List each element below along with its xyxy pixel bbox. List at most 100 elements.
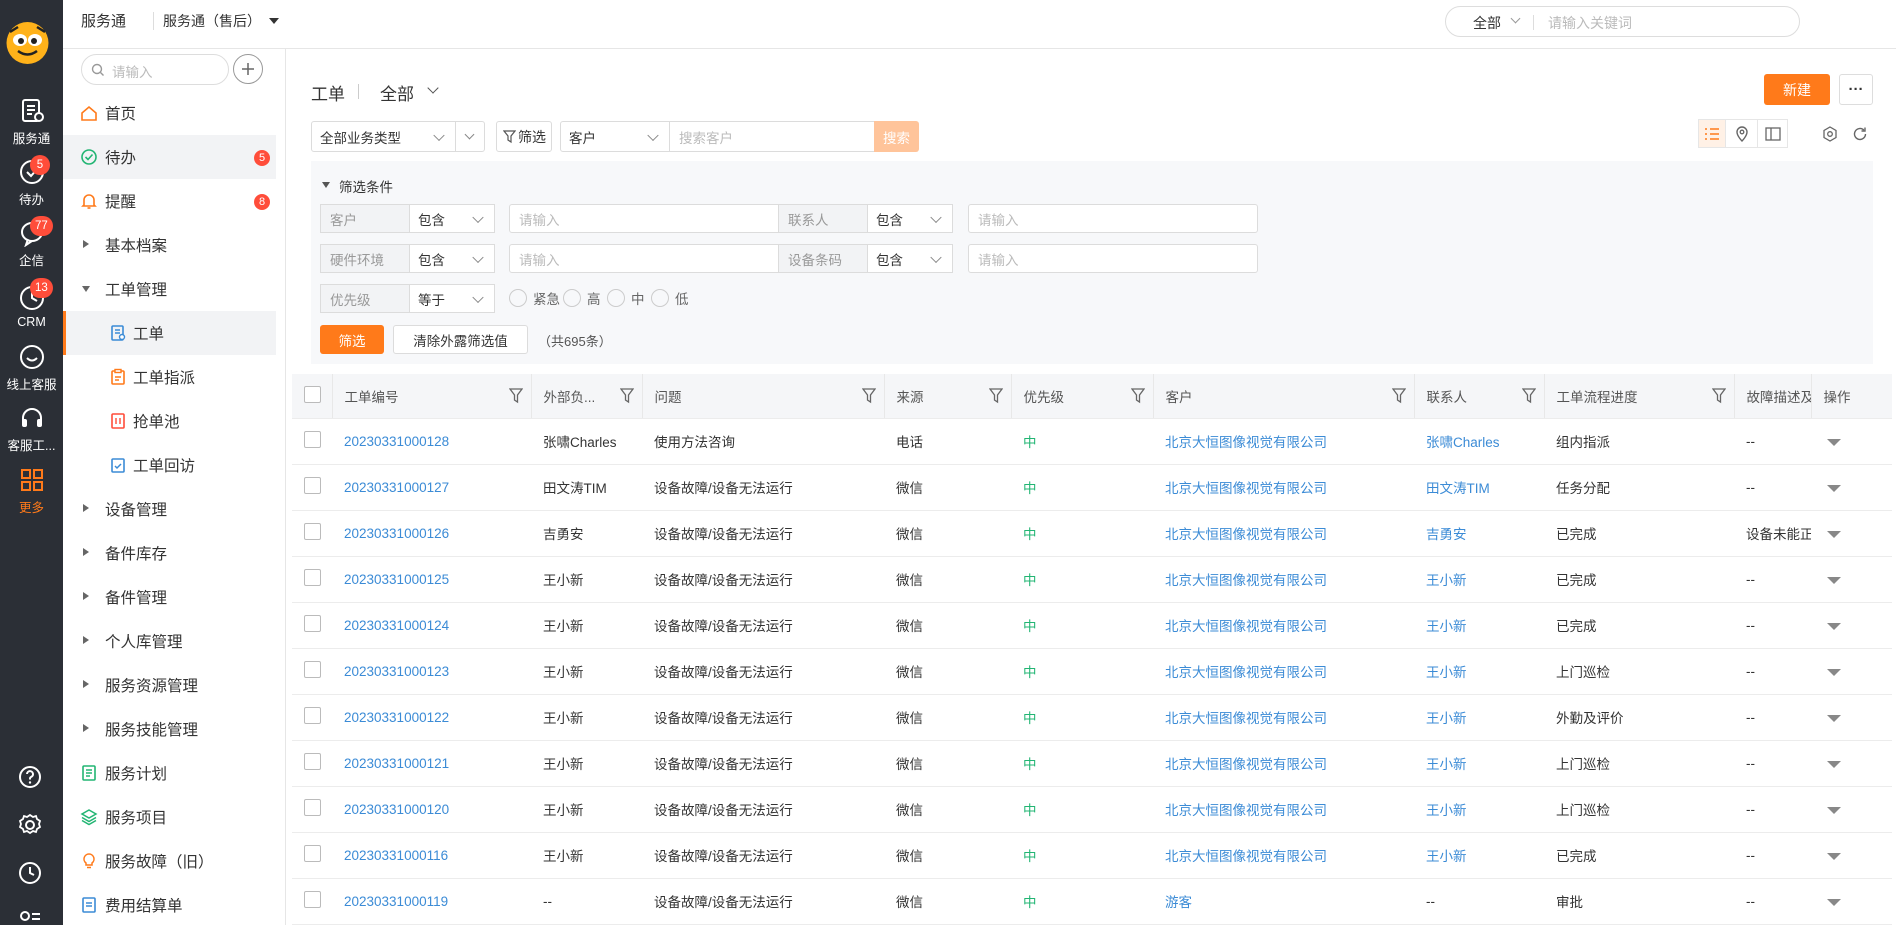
- ticket-number-link[interactable]: 20230331000126: [332, 510, 531, 557]
- row-action-dropdown-icon[interactable]: [1827, 530, 1841, 538]
- apply-filter-button[interactable]: 筛选: [320, 325, 384, 354]
- chevron-down-icon[interactable]: [427, 82, 439, 94]
- list-view-button[interactable]: [1698, 119, 1726, 148]
- table-row[interactable]: 20230331000125 王小新 设备故障/设备无法运行 微信中北京大恒图像视觉有…: [292, 556, 1892, 603]
- contact-operator-select[interactable]: 包含: [867, 204, 953, 233]
- customer-link[interactable]: 北京大恒图像视觉有限公司: [1153, 510, 1414, 557]
- row-action-dropdown-icon[interactable]: [1827, 438, 1841, 446]
- column-header[interactable]: 来源: [884, 374, 1012, 419]
- row-checkbox[interactable]: [304, 753, 321, 770]
- contact-link[interactable]: 王小新: [1414, 648, 1544, 695]
- more-button[interactable]: ···: [1839, 74, 1873, 105]
- row-checkbox[interactable]: [304, 477, 321, 494]
- customer-operator-select[interactable]: 包含: [409, 204, 495, 233]
- filter-icon[interactable]: [988, 388, 1003, 404]
- column-header[interactable]: 优先级: [1011, 374, 1154, 419]
- row-action-cell[interactable]: [1811, 510, 1892, 557]
- sidebar-item-todo[interactable]: 待办 5: [63, 135, 276, 179]
- table-row[interactable]: 20230331000124 王小新 设备故障/设备无法运行 微信中北京大恒图像视觉有…: [292, 602, 1892, 649]
- row-checkbox[interactable]: [304, 845, 321, 862]
- table-row[interactable]: 20230331000120 王小新 设备故障/设备无法运行 微信中北京大恒图像视觉有…: [292, 786, 1892, 833]
- sidebar-item-service-skill[interactable]: 服务技能管理: [63, 707, 276, 751]
- contact-link[interactable]: 王小新: [1414, 602, 1544, 649]
- sidebar-search[interactable]: 请输入: [81, 54, 229, 85]
- sidebar-item-ticket[interactable]: 工单: [63, 311, 276, 355]
- row-select-cell[interactable]: [292, 786, 332, 833]
- row-action-dropdown-icon[interactable]: [1827, 806, 1841, 814]
- row-checkbox[interactable]: [304, 661, 321, 678]
- filter-icon[interactable]: [619, 388, 634, 404]
- row-select-cell[interactable]: [292, 694, 332, 741]
- row-action-dropdown-icon[interactable]: [1827, 852, 1841, 860]
- chevron-down-icon[interactable]: [1510, 13, 1521, 24]
- column-header[interactable]: 工单流程进度: [1544, 374, 1735, 419]
- sidebar-search-input[interactable]: 请输入: [112, 61, 153, 81]
- search-button[interactable]: 搜索: [874, 121, 919, 152]
- table-row[interactable]: 20230331000123 王小新 设备故障/设备无法运行 微信中北京大恒图像视觉有…: [292, 648, 1892, 695]
- filter-icon[interactable]: [1391, 388, 1406, 404]
- row-checkbox[interactable]: [304, 891, 321, 908]
- filter-icon[interactable]: [1130, 388, 1145, 404]
- clear-filter-button[interactable]: 清除外露筛选值: [393, 325, 528, 354]
- rail-item-customer-service[interactable]: 客服工...: [0, 400, 63, 458]
- customer-link[interactable]: 北京大恒图像视觉有限公司: [1153, 418, 1414, 465]
- barcode-operator-select[interactable]: 包含: [867, 244, 953, 273]
- ticket-number-link[interactable]: 20230331000121: [332, 740, 531, 787]
- row-select-cell[interactable]: [292, 648, 332, 695]
- row-action-cell[interactable]: [1811, 878, 1892, 925]
- ticket-number-link[interactable]: 20230331000122: [332, 694, 531, 741]
- sidebar-item-expense-bill[interactable]: 费用结算单: [63, 883, 276, 925]
- rail-item-chat[interactable]: 企信 77: [0, 215, 63, 273]
- ticket-number-link[interactable]: 20230331000128: [332, 418, 531, 465]
- customer-link[interactable]: 北京大恒图像视觉有限公司: [1153, 602, 1414, 649]
- hardware-filter-input[interactable]: 请输入: [509, 244, 799, 273]
- rail-item-crm[interactable]: CRM 13: [0, 277, 63, 335]
- contact-link[interactable]: 王小新: [1414, 694, 1544, 741]
- view-selector[interactable]: 全部: [380, 80, 414, 105]
- refresh-button[interactable]: [1846, 119, 1874, 148]
- customer-filter-input[interactable]: 请输入: [509, 204, 799, 233]
- row-checkbox[interactable]: [304, 569, 321, 586]
- table-row[interactable]: 20230331000128 张啸Charles 使用方法咨询 电话中北京大恒图像视觉…: [292, 418, 1892, 465]
- list-user-icon[interactable]: [16, 907, 44, 935]
- row-action-dropdown-icon[interactable]: [1827, 760, 1841, 768]
- customer-link[interactable]: 北京大恒图像视觉有限公司: [1153, 694, 1414, 741]
- row-action-cell[interactable]: [1811, 648, 1892, 695]
- customer-link[interactable]: 游客: [1153, 878, 1414, 925]
- contact-filter-input[interactable]: 请输入: [968, 204, 1258, 233]
- row-select-cell[interactable]: [292, 510, 332, 557]
- sidebar-item-spare-stock[interactable]: 备件库存: [63, 531, 276, 575]
- table-row[interactable]: 20230331000126 吉勇安 设备故障/设备无法运行 微信中北京大恒图像视觉有…: [292, 510, 1892, 557]
- row-select-cell[interactable]: [292, 464, 332, 511]
- history-icon[interactable]: [16, 859, 44, 887]
- column-header[interactable]: 外部负...: [531, 374, 643, 419]
- sidebar-item-device-management[interactable]: 设备管理: [63, 487, 276, 531]
- row-action-cell[interactable]: [1811, 464, 1892, 511]
- ticket-number-link[interactable]: 20230331000116: [332, 832, 531, 879]
- filter-toggle-button[interactable]: 筛选: [496, 121, 552, 152]
- sidebar-item-basic-archive[interactable]: 基本档案: [63, 223, 276, 267]
- contact-link[interactable]: 田文涛TIM: [1414, 464, 1544, 511]
- rail-item-todo[interactable]: 待办 5: [0, 154, 63, 212]
- contact-link[interactable]: 王小新: [1414, 740, 1544, 787]
- barcode-filter-input[interactable]: 请输入: [968, 244, 1258, 273]
- row-select-cell[interactable]: [292, 418, 332, 465]
- hardware-operator-select[interactable]: 包含: [409, 244, 495, 273]
- help-icon[interactable]: [16, 763, 44, 791]
- priority-operator-select[interactable]: 等于: [409, 284, 495, 313]
- row-select-cell[interactable]: [292, 740, 332, 787]
- settings-icon[interactable]: [16, 811, 44, 839]
- customer-search-input[interactable]: 搜索客户: [669, 121, 875, 152]
- ticket-number-link[interactable]: 20230331000120: [332, 786, 531, 833]
- rail-item-more[interactable]: 更多: [0, 462, 63, 520]
- caret-down-icon[interactable]: [322, 182, 330, 188]
- sidebar-item-return-visit[interactable]: 工单回访: [63, 443, 276, 487]
- row-checkbox[interactable]: [304, 799, 321, 816]
- contact-link[interactable]: 王小新: [1414, 786, 1544, 833]
- ticket-number-link[interactable]: 20230331000124: [332, 602, 531, 649]
- split-view-button[interactable]: [1758, 119, 1788, 148]
- column-settings-button[interactable]: [1816, 119, 1844, 148]
- row-action-dropdown-icon[interactable]: [1827, 898, 1841, 906]
- sidebar-item-home[interactable]: 首页: [63, 91, 276, 135]
- table-row[interactable]: 20230331000127 田文涛TIM 设备故障/设备无法运行 微信中北京大恒图像…: [292, 464, 1892, 511]
